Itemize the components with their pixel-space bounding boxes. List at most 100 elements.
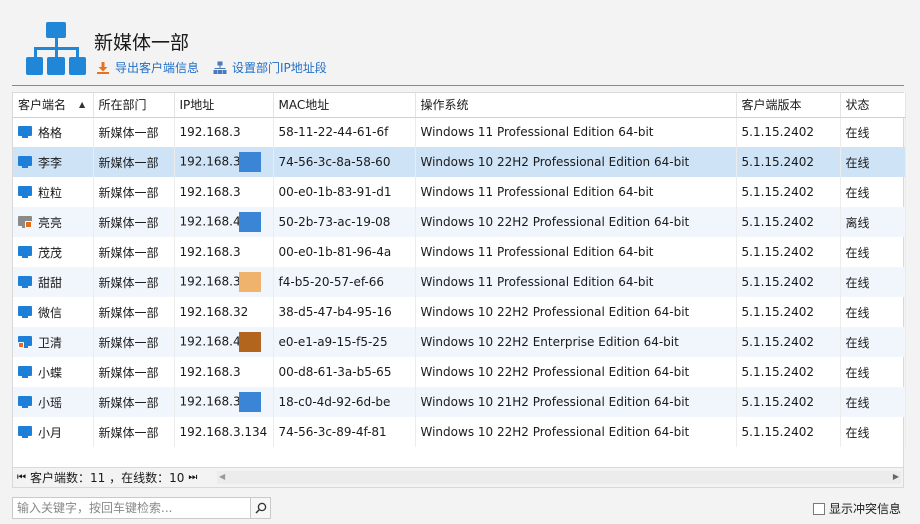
first-page-icon[interactable]: ⏮	[17, 472, 26, 483]
network-icon	[213, 61, 227, 74]
show-conflict-checkbox[interactable]	[813, 502, 825, 515]
cell-mac: 74-56-3c-8a-58-60	[273, 147, 416, 177]
ip-redaction-mask	[238, 272, 261, 292]
header: 新媒体一部 导出客户端信息 设置部门IP地址段	[0, 0, 920, 86]
table-header-row: 客户端名 ▲ 所在部门 IP地址 MAC地址 操作系统 客户端版本 状态	[13, 93, 906, 118]
cell-status: 在线	[840, 297, 906, 327]
cell-department: 新媒体一部	[93, 357, 175, 387]
table-row[interactable]: 小月 新媒体一部 192.168.3.134 74-56-3c-89-4f-81 Win…	[13, 417, 906, 447]
client-name: 粒粒	[38, 185, 63, 200]
cell-department: 新媒体一部	[93, 177, 175, 207]
ip-prefix: 192.168.3	[179, 185, 241, 199]
cell-status: 在线	[840, 237, 906, 267]
ip-prefix: 192.168.3	[179, 154, 241, 169]
column-header-version[interactable]: 客户端版本	[736, 93, 841, 118]
cell-version: 5.1.15.2402	[736, 327, 841, 357]
search-button[interactable]	[250, 498, 270, 518]
search-input[interactable]	[13, 498, 245, 518]
cell-ip: 192.168.4	[174, 207, 274, 237]
client-name: 微信	[38, 305, 63, 320]
cell-client-name: 格格	[13, 117, 94, 147]
cell-ip: 192.168.32	[174, 297, 274, 327]
cell-version: 5.1.15.2402	[736, 267, 841, 297]
column-header-status[interactable]: 状态	[840, 93, 906, 118]
table-row[interactable]: 微信 新媒体一部 192.168.32 38-d5-47-b4-95-16 Window…	[13, 297, 906, 327]
cell-department: 新媒体一部	[93, 417, 175, 447]
column-header-department[interactable]: 所在部门	[93, 93, 175, 118]
cell-os: Windows 11 Professional Edition 64-bit	[415, 117, 737, 147]
table-row[interactable]: 卫清 新媒体一部 192.168.4 e0-e1-a9-15-f5-25 Windows…	[13, 327, 906, 357]
ip-prefix: 192.168.3	[179, 425, 241, 439]
export-client-info-link[interactable]: 导出客户端信息	[96, 59, 199, 76]
cell-mac: e0-e1-a9-15-f5-25	[273, 327, 416, 357]
cell-ip: 192.168.3	[174, 177, 274, 207]
table-row[interactable]: 亮亮 新媒体一部 192.168.4 50-2b-73-ac-19-08 Windows…	[13, 207, 906, 237]
cell-os: Windows 10 22H2 Professional Edition 64-…	[415, 417, 737, 447]
client-name: 李李	[38, 155, 63, 170]
ip-redaction-mask	[238, 152, 261, 172]
set-ip-range-link[interactable]: 设置部门IP地址段	[213, 59, 327, 76]
ip-suffix: 2	[240, 305, 249, 319]
ip-prefix: 192.168.3	[179, 125, 241, 140]
horizontal-scrollbar[interactable]: ◀ ▶	[217, 471, 901, 484]
client-name: 亮亮	[38, 215, 63, 230]
monitor-icon	[18, 365, 32, 379]
cell-os: Windows 10 22H2 Professional Edition 64-…	[415, 207, 737, 237]
cell-mac: 00-e0-1b-81-96-4a	[273, 237, 416, 267]
cell-ip: 192.168.3	[174, 117, 274, 147]
cell-os: Windows 11 Professional Edition 64-bit	[415, 177, 737, 207]
table-row[interactable]: 粒粒 新媒体一部 192.168.3 00-e0-1b-83-91-d1 Windows…	[13, 177, 906, 207]
cell-department: 新媒体一部	[93, 267, 175, 297]
cell-os: Windows 10 22H2 Enterprise Edition 64-bi…	[415, 327, 737, 357]
column-header-mac[interactable]: MAC地址	[273, 93, 416, 118]
client-name: 甜甜	[38, 275, 63, 290]
cell-department: 新媒体一部	[93, 147, 175, 177]
ip-redaction-mask	[238, 392, 261, 412]
download-icon	[97, 61, 109, 74]
cell-os: Windows 10 21H2 Professional Edition 64-…	[415, 387, 737, 417]
table-row[interactable]: 小蝶 新媒体一部 192.168.3 00-d8-61-3a-b5-65 Windows…	[13, 357, 906, 387]
column-header-client-name[interactable]: 客户端名 ▲	[13, 93, 94, 118]
monitor-icon	[18, 425, 32, 439]
header-actions: 导出客户端信息 设置部门IP地址段	[96, 59, 327, 76]
monitor-icon	[18, 395, 32, 409]
cell-version: 5.1.15.2402	[736, 147, 841, 177]
table-row[interactable]: 格格 新媒体一部 192.168.3 58-11-22-44-61-6f Windows…	[13, 117, 906, 147]
export-client-info-label: 导出客户端信息	[115, 61, 200, 75]
cell-ip: 192.168.3.134	[174, 417, 274, 447]
ip-prefix: 192.168.3	[179, 274, 241, 289]
ip-prefix: 192.168.3	[179, 394, 241, 409]
cell-status: 在线	[840, 147, 906, 177]
cell-department: 新媒体一部	[93, 117, 175, 147]
ip-prefix: 192.168.3	[179, 365, 241, 379]
column-header-ip[interactable]: IP地址	[174, 93, 274, 118]
cell-client-name: 卫清	[13, 327, 94, 357]
cell-mac: 38-d5-47-b4-95-16	[273, 297, 416, 327]
table-row[interactable]: 甜甜 新媒体一部 192.168.3 f4-b5-20-57-ef-66 Windows…	[13, 267, 906, 297]
cell-department: 新媒体一部	[93, 297, 175, 327]
table-row[interactable]: 小瑶 新媒体一部 192.168.3 18-c0-4d-92-6d-be Windows…	[13, 387, 906, 417]
monitor-icon	[18, 305, 32, 319]
ip-prefix: 192.168.4	[179, 334, 241, 349]
cell-status: 在线	[840, 387, 906, 417]
column-header-os[interactable]: 操作系统	[415, 93, 737, 118]
table-row[interactable]: 茂茂 新媒体一部 192.168.3 00-e0-1b-81-96-4a Windows…	[13, 237, 906, 267]
scroll-left-icon[interactable]: ◀	[219, 472, 225, 481]
cell-os: Windows 10 22H2 Professional Edition 64-…	[415, 357, 737, 387]
scroll-right-icon[interactable]: ▶	[893, 472, 899, 481]
cell-os: Windows 11 Professional Edition 64-bit	[415, 237, 737, 267]
alert-badge-icon	[18, 341, 24, 348]
cell-mac: f4-b5-20-57-ef-66	[273, 267, 416, 297]
cell-status: 在线	[840, 357, 906, 387]
show-conflict-option[interactable]: 显示冲突信息	[813, 500, 901, 517]
monitor-icon	[18, 275, 32, 289]
cell-mac: 58-11-22-44-61-6f	[273, 117, 416, 147]
table-row[interactable]: 李李 新媒体一部 192.168.3 74-56-3c-8a-58-60 Windows…	[13, 147, 906, 177]
cell-client-name: 李李	[13, 147, 94, 177]
cell-status: 在线	[840, 267, 906, 297]
last-page-icon[interactable]: ⏭	[188, 472, 197, 483]
cell-ip: 192.168.3	[174, 147, 274, 177]
header-divider	[12, 85, 904, 86]
client-name: 小蝶	[38, 365, 63, 380]
monitor-icon	[18, 155, 32, 169]
